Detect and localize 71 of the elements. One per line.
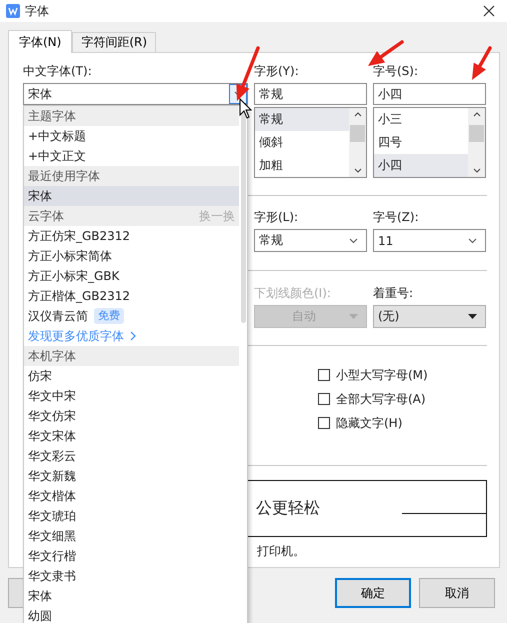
chevron-right-icon xyxy=(130,331,136,341)
font-item[interactable]: 方正小标宋简体 xyxy=(24,246,239,266)
input-field[interactable]: 小四 xyxy=(373,83,486,105)
dialog-button[interactable]: 确定 xyxy=(335,578,411,608)
field-label: 下划线颜色(I): xyxy=(254,285,332,301)
chevron-down-icon xyxy=(349,238,358,244)
chevron-up-icon[interactable] xyxy=(354,112,362,117)
checkbox-label: 隐藏文字(H) xyxy=(336,414,402,432)
font-item[interactable]: 华文细黑 xyxy=(24,526,239,546)
font-item[interactable]: 方正仿宋_GB2312 xyxy=(24,226,239,246)
dialog-button[interactable]: 取消 xyxy=(419,578,495,608)
chevron-up-icon[interactable] xyxy=(472,112,480,117)
tab[interactable]: 字符间距(R) xyxy=(72,32,156,52)
font-item[interactable]: 华文琥珀 xyxy=(24,506,239,526)
field-label: 字形(Y): xyxy=(254,63,300,79)
font-item[interactable]: 仿宋 xyxy=(24,366,239,386)
font-item[interactable]: 华文中宋 xyxy=(24,386,239,406)
tab[interactable]: 字体(N) xyxy=(8,30,72,53)
app-icon xyxy=(6,4,20,18)
window-title: 字体 xyxy=(25,2,49,20)
checkbox[interactable] xyxy=(318,393,330,405)
font-item[interactable]: +中文标题 xyxy=(24,126,239,146)
font-item[interactable]: 华文宋体 xyxy=(24,426,239,446)
font-item[interactable]: +中文正文 xyxy=(24,146,239,166)
font-item[interactable]: 方正楷体_GB2312 xyxy=(24,286,239,306)
font-item[interactable]: 华文隶书 xyxy=(24,566,239,586)
list-item[interactable]: 倾斜 xyxy=(255,131,349,154)
header-text: 云字体 xyxy=(28,208,64,224)
triangle-down-icon xyxy=(468,314,477,319)
list-item[interactable]: 常规 xyxy=(255,108,349,131)
list-item[interactable]: 加粗 xyxy=(255,154,349,177)
checkbox[interactable] xyxy=(318,417,330,429)
chevron-down-icon[interactable] xyxy=(472,168,480,173)
field-label: 字形(L): xyxy=(254,209,300,225)
checkbox[interactable] xyxy=(318,369,330,381)
font-item[interactable]: 汉仪青云简 免费 xyxy=(24,306,239,326)
header-text: 主题字体 xyxy=(28,108,76,124)
annotation-arrow xyxy=(368,40,404,66)
font-item[interactable]: 华文行楷 xyxy=(24,546,239,566)
header-text: 本机字体 xyxy=(28,348,76,364)
header-text: 最近使用字体 xyxy=(28,168,100,184)
chevron-down-icon xyxy=(468,238,477,244)
field-label: 着重号: xyxy=(373,285,414,301)
font-item[interactable]: 宋体 xyxy=(24,586,239,606)
preview-note: 打印机。 xyxy=(257,543,305,560)
font-item[interactable]: 宋体 xyxy=(24,186,239,206)
checkbox-label: 小型大写字母(M) xyxy=(336,366,428,384)
dropdown-field[interactable]: 11 xyxy=(373,229,486,252)
font-name: 汉仪青云简 xyxy=(28,308,88,324)
list-item[interactable]: 小三 xyxy=(374,108,468,131)
preview-text: 公更轻松 xyxy=(256,498,320,519)
annotation-arrow xyxy=(472,46,492,80)
field-label: 中文字体(T): xyxy=(23,63,93,79)
font-item[interactable]: 华文彩云 xyxy=(24,446,239,466)
font-item[interactable]: 华文楷体 xyxy=(24,486,239,506)
dropdown-field[interactable]: 常规 xyxy=(254,229,367,252)
checkbox-label: 全部大写字母(A) xyxy=(336,390,426,408)
font-item[interactable]: 华文仿宋 xyxy=(24,406,239,426)
input-field[interactable]: 常规 xyxy=(254,83,367,105)
free-badge: 免费 xyxy=(94,308,124,324)
chevron-down-icon[interactable] xyxy=(354,168,362,173)
list-item[interactable]: 四号 xyxy=(374,131,468,154)
list-item[interactable]: 小四 xyxy=(374,154,468,177)
font-item[interactable]: 华文新魏 xyxy=(24,466,239,486)
close-icon[interactable] xyxy=(483,5,495,17)
triangle-down-icon xyxy=(349,314,358,319)
font-item[interactable]: 方正小标宋_GBK xyxy=(24,266,239,286)
field-label: 字号(Z): xyxy=(373,209,420,225)
field-label: 字号(S): xyxy=(373,63,420,79)
dropdown-field[interactable]: (无) xyxy=(373,305,486,328)
font-item[interactable]: 幼圆 xyxy=(24,606,239,623)
